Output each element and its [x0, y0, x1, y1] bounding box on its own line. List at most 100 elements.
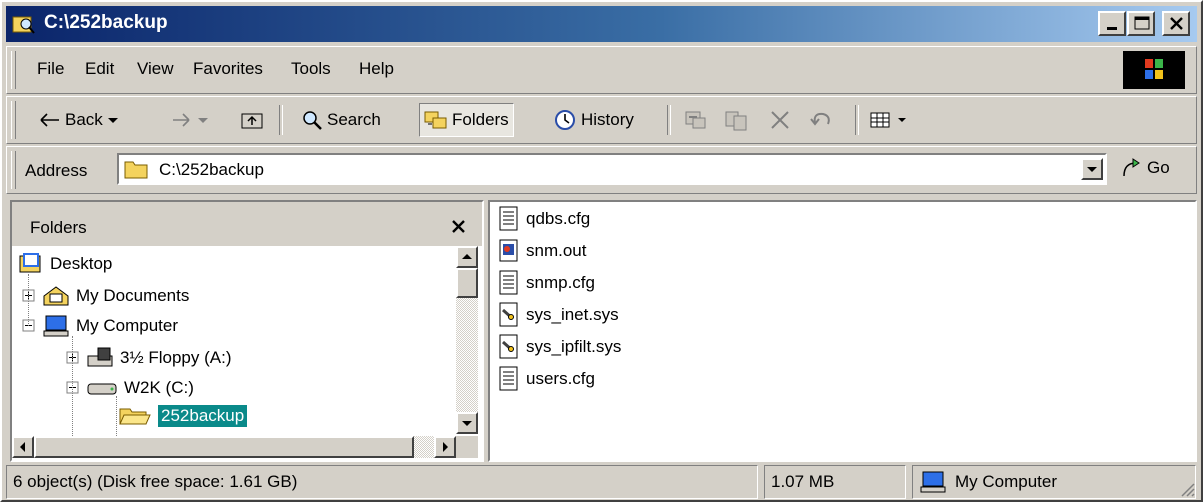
folders-pane: Folders Desktop My Documents My Computer…	[10, 200, 484, 462]
folders-label: Folders	[452, 110, 509, 129]
move-to-icon	[685, 111, 706, 129]
open-folder-icon	[119, 408, 151, 425]
file-item-snmp[interactable]: snmp.cfg	[498, 268, 595, 298]
dropdown-arrow-icon	[198, 118, 208, 123]
status-size: 1.07 MB	[764, 465, 906, 499]
scroll-down-button[interactable]	[456, 412, 478, 434]
history-label: History	[581, 110, 634, 129]
window-title: C:\252backup	[44, 12, 168, 33]
arrow-down-icon	[462, 421, 472, 426]
scroll-left-button[interactable]	[12, 436, 34, 458]
go-button[interactable]: Go	[1121, 157, 1170, 179]
menu-edit[interactable]: Edit	[85, 59, 114, 79]
address-grip[interactable]	[11, 151, 16, 189]
computer-icon	[43, 315, 69, 337]
maximize-button[interactable]	[1127, 11, 1155, 36]
close-pane-icon[interactable]	[450, 218, 468, 236]
file-list: qdbs.cfg snm.out snmp.cfg sys_inet.sys s…	[488, 200, 1197, 462]
explore-folder-icon	[12, 16, 35, 34]
scroll-corner	[456, 436, 478, 458]
status-objects: 6 object(s) (Disk free space: 1.61 GB)	[6, 465, 758, 499]
history-button[interactable]: History	[549, 103, 638, 137]
system-file-icon	[499, 334, 518, 359]
minimize-icon	[1107, 27, 1117, 30]
resize-grip-icon[interactable]	[1178, 480, 1196, 498]
tree-label-selected: 252backup	[156, 404, 249, 428]
status-size-text: 1.07 MB	[771, 472, 835, 491]
file-item-sys-ipfilt[interactable]: sys_ipfilt.sys	[498, 332, 621, 362]
arrow-left-icon	[20, 442, 25, 452]
scroll-thumb[interactable]	[456, 268, 478, 298]
menu-tools[interactable]: Tools	[291, 59, 331, 79]
tree-label: Desktop	[50, 254, 113, 273]
toolbar-grip[interactable]	[11, 101, 16, 139]
file-name: users.cfg	[526, 369, 595, 388]
back-button[interactable]: Back	[35, 103, 123, 137]
delete-icon	[771, 111, 789, 129]
go-arrow-icon	[1123, 158, 1140, 177]
history-icon	[555, 110, 575, 130]
text-file-icon	[499, 270, 518, 295]
views-icon	[870, 112, 890, 128]
tree-label: My Computer	[76, 316, 179, 335]
forward-button[interactable]	[167, 103, 213, 137]
menu-grip[interactable]	[11, 51, 16, 89]
address-dropdown-button[interactable]	[1081, 158, 1103, 180]
tree-item-my-computer[interactable]: My Computer	[22, 312, 178, 340]
address-label: Address	[25, 161, 88, 180]
text-file-icon	[499, 206, 518, 231]
explorer-window: C:\252backup File Edit View Favorites To…	[0, 0, 1203, 502]
close-icon	[1170, 17, 1183, 30]
toolbar-separator	[279, 105, 283, 135]
minimize-button[interactable]	[1098, 11, 1126, 36]
menu-file[interactable]: File	[37, 59, 64, 79]
go-label: Go	[1147, 158, 1170, 177]
file-item-qdbs[interactable]: qdbs.cfg	[498, 204, 590, 234]
up-folder-button[interactable]	[237, 103, 269, 137]
move-to-button[interactable]	[679, 103, 713, 137]
address-field[interactable]: C:\252backup	[117, 153, 1107, 185]
title-bar[interactable]: C:\252backup	[6, 6, 1197, 42]
standard-toolbar: Back Search Folders History	[6, 96, 1197, 144]
folders-button[interactable]: Folders	[419, 103, 514, 137]
chevron-down-icon	[1087, 167, 1097, 172]
tree-item-desktop[interactable]: Desktop	[18, 250, 112, 278]
tree-line	[28, 274, 30, 326]
menu-view[interactable]: View	[137, 59, 174, 79]
desktop-icon	[19, 253, 41, 273]
tree-hscrollbar[interactable]	[12, 436, 456, 458]
file-item-sys-inet[interactable]: sys_inet.sys	[498, 300, 619, 330]
scroll-right-button[interactable]	[434, 436, 456, 458]
tree-label: W2K (C:)	[124, 378, 194, 397]
views-button[interactable]	[865, 103, 911, 137]
folder-tree: Desktop My Documents My Computer 3½ Flop…	[12, 246, 482, 460]
tree-item-252backup[interactable]: 252backup	[118, 402, 249, 430]
file-name: snm.out	[526, 241, 587, 260]
search-button[interactable]: Search	[297, 103, 385, 137]
menu-favorites[interactable]: Favorites	[193, 59, 263, 79]
tree-item-my-documents[interactable]: My Documents	[22, 282, 189, 310]
undo-button[interactable]	[805, 103, 839, 137]
arrow-up-icon	[462, 254, 472, 259]
close-button[interactable]	[1162, 11, 1190, 36]
tree-item-floppy[interactable]: 3½ Floppy (A:)	[66, 344, 232, 372]
up-folder-icon	[241, 113, 263, 129]
toolbar-separator	[667, 105, 671, 135]
status-zone: My Computer	[912, 465, 1196, 499]
text-file-icon	[499, 366, 518, 391]
hscroll-thumb[interactable]	[34, 436, 414, 458]
maximize-icon	[1134, 16, 1150, 30]
my-documents-icon	[43, 286, 69, 306]
status-objects-text: 6 object(s) (Disk free space: 1.61 GB)	[13, 472, 298, 491]
file-item-snm[interactable]: snm.out	[498, 236, 586, 266]
tree-line	[72, 336, 74, 446]
windows-flag-icon	[1145, 59, 1163, 79]
tree-vscrollbar[interactable]	[456, 246, 478, 434]
delete-button[interactable]	[765, 103, 795, 137]
scroll-up-button[interactable]	[456, 246, 478, 268]
address-value: C:\252backup	[159, 160, 264, 179]
file-item-users[interactable]: users.cfg	[498, 364, 595, 394]
copy-to-button[interactable]	[719, 103, 753, 137]
tree-item-w2k-drive[interactable]: W2K (C:)	[66, 374, 194, 402]
menu-help[interactable]: Help	[359, 59, 394, 79]
